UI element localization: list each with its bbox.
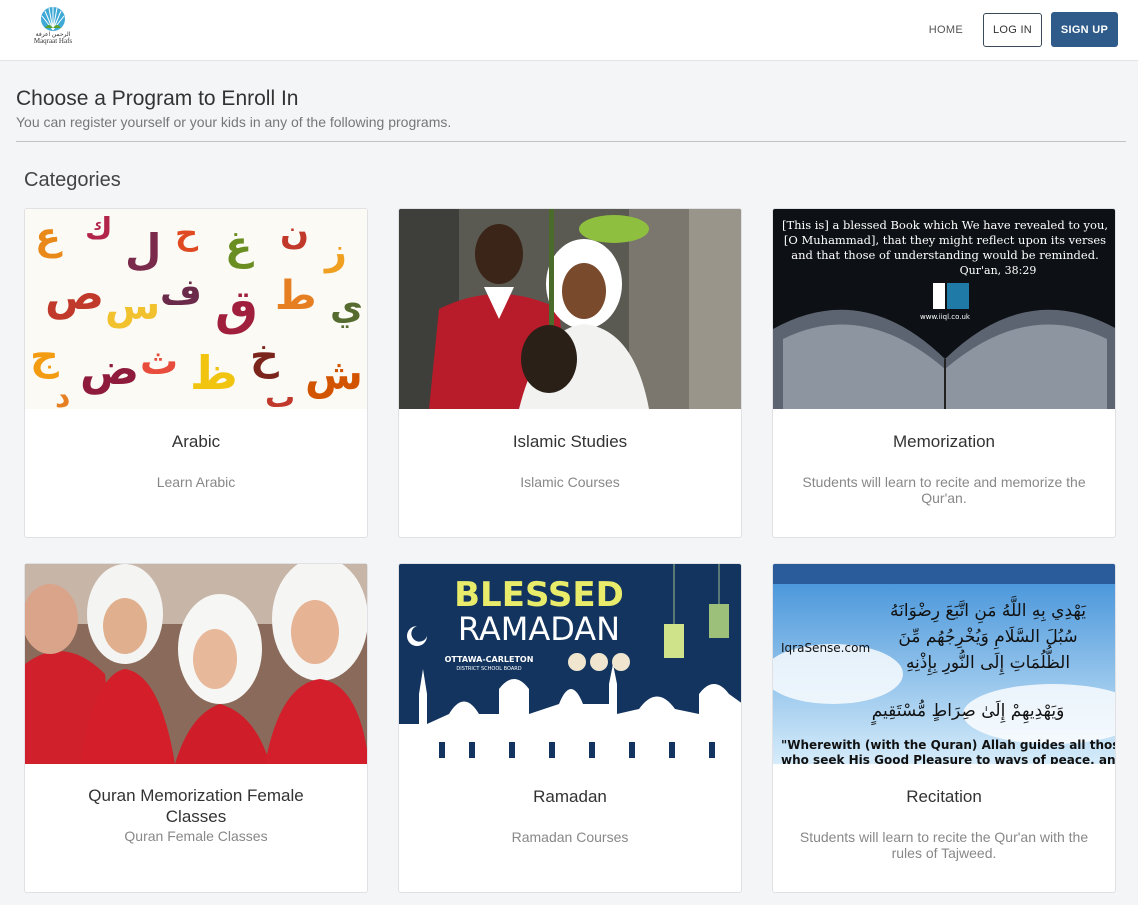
top-navbar: الرحمن اعرفة Maqraat Hafs HOME LOG IN SI… <box>0 0 1138 61</box>
svg-text:ق: ق <box>215 280 258 336</box>
card-description: Ramadan Courses <box>511 829 629 845</box>
school-board-name: OTTAWA-CARLETON <box>445 655 534 664</box>
page-header: Choose a Program to Enroll In You can re… <box>0 61 1138 130</box>
header-divider <box>16 141 1126 142</box>
svg-text:د: د <box>55 380 70 409</box>
card-description: Learn Arabic <box>156 474 236 490</box>
svg-text:ض: ض <box>80 344 139 395</box>
card-title: Recitation <box>906 787 982 806</box>
categories-heading: Categories <box>24 169 121 191</box>
sunburst-logo-icon <box>41 7 65 31</box>
quran-book-image: [This is] a blessed Book which We have r… <box>773 209 1115 409</box>
blessed-ramadan-image: BLESSED RAMADAN OTTAWA-CARLETON DISTRICT… <box>399 564 741 764</box>
signup-button[interactable]: SIGN UP <box>1051 12 1118 47</box>
translation-line-1: "Wherewith (with the Quran) Allah guides… <box>781 738 1115 752</box>
category-card-ramadan[interactable]: BLESSED RAMADAN OTTAWA-CARLETON DISTRICT… <box>398 563 742 893</box>
ramadan-text: RAMADAN <box>458 610 620 648</box>
translation-line-2: who seek His Good Pleasure to ways of pe… <box>781 753 1115 764</box>
card-description: Quran Female Classes <box>124 828 268 844</box>
blessed-text: BLESSED <box>454 575 624 615</box>
school-board-sub: DISTRICT SCHOOL BOARD <box>456 666 521 672</box>
svg-text:ج: ج <box>30 333 59 379</box>
quote-line-1: [This is] a blessed Book which We have r… <box>782 218 1108 232</box>
svg-text:ك: ك <box>85 212 113 247</box>
svg-text:ف: ف <box>160 272 202 313</box>
quote-line-3: and that those of understanding would be… <box>791 248 1099 262</box>
card-title: Islamic Studies <box>512 432 628 451</box>
card-description: Islamic Courses <box>520 474 620 490</box>
svg-text:ز: ز <box>323 229 347 273</box>
svg-text:ب: ب <box>265 380 295 409</box>
card-title: Arabic <box>171 432 221 451</box>
image-site-text: IqraSense.com <box>781 641 870 655</box>
card-title: Ramadan <box>533 787 607 806</box>
students-planting-image <box>399 209 741 409</box>
category-card-recitation[interactable]: يَهْدِي بِهِ اللَّهُ مَنِ اتَّبَعَ رِضْو… <box>772 563 1116 893</box>
card-description: Students will learn to recite the Qur'an… <box>799 829 1089 861</box>
quote-line-2: [O Muhammad], that they might reflect up… <box>784 233 1106 247</box>
page-subtitle: You can register yourself or your kids i… <box>16 114 452 130</box>
category-card-memorization[interactable]: [This is] a blessed Book which We have r… <box>772 208 1116 538</box>
svg-text:ل: ل <box>125 225 161 274</box>
svg-text:ط: ط <box>275 273 317 319</box>
logo-english-text: Maqraat Hafs <box>33 37 73 45</box>
svg-text:ش: ش <box>305 350 363 399</box>
svg-text:ع: ع <box>35 214 63 258</box>
site-logo[interactable]: الرحمن اعرفة Maqraat Hafs <box>30 6 76 52</box>
svg-text:خ: خ <box>250 333 279 379</box>
svg-text:ح: ح <box>175 214 199 252</box>
svg-text:ظ: ظ <box>190 346 238 400</box>
arabic-letters-image: ع ك ل ح غ ن ز ص س ف ق ط ي ج ض ث ظ خ ش د … <box>25 209 367 409</box>
girls-singing-image <box>25 564 367 764</box>
card-description: Students will learn to recite and memori… <box>802 474 1086 506</box>
category-card-quran-female-classes[interactable]: Quran Memorization Female Classes Quran … <box>24 563 368 893</box>
nav-links: HOME LOG IN SIGN UP <box>929 12 1118 47</box>
quran-verse-image: يَهْدِي بِهِ اللَّهُ مَنِ اتَّبَعَ رِضْو… <box>773 564 1115 764</box>
image-site-text: www.iiql.co.uk <box>920 313 971 321</box>
card-title: Quran Memorization Female Classes <box>88 786 304 826</box>
svg-text:س: س <box>105 283 160 329</box>
category-card-arabic[interactable]: ع ك ل ح غ ن ز ص س ف ق ط ي ج ض ث ظ خ ش د … <box>24 208 368 538</box>
svg-text:ي: ي <box>330 287 363 328</box>
home-link[interactable]: HOME <box>929 24 963 36</box>
page-title: Choose a Program to Enroll In <box>16 87 299 110</box>
ayah-line-2: سُبُلَ السَّلَامِ وَيُخْرِجُهُم مِّنَ <box>898 625 1077 650</box>
quote-reference: Qur'an, 38:29 <box>960 264 1037 277</box>
category-card-islamic-studies[interactable]: Islamic Studies Islamic Courses <box>398 208 742 538</box>
svg-text:ص: ص <box>45 269 104 320</box>
card-title: Memorization <box>892 432 996 451</box>
svg-text:غ: غ <box>225 223 254 269</box>
svg-text:ث: ث <box>140 339 178 383</box>
category-grid: ع ك ل ح غ ن ز ص س ف ق ط ي ج ض ث ظ خ ش د … <box>24 208 1116 893</box>
login-button[interactable]: LOG IN <box>983 12 1042 47</box>
svg-text:ن: ن <box>280 213 309 253</box>
